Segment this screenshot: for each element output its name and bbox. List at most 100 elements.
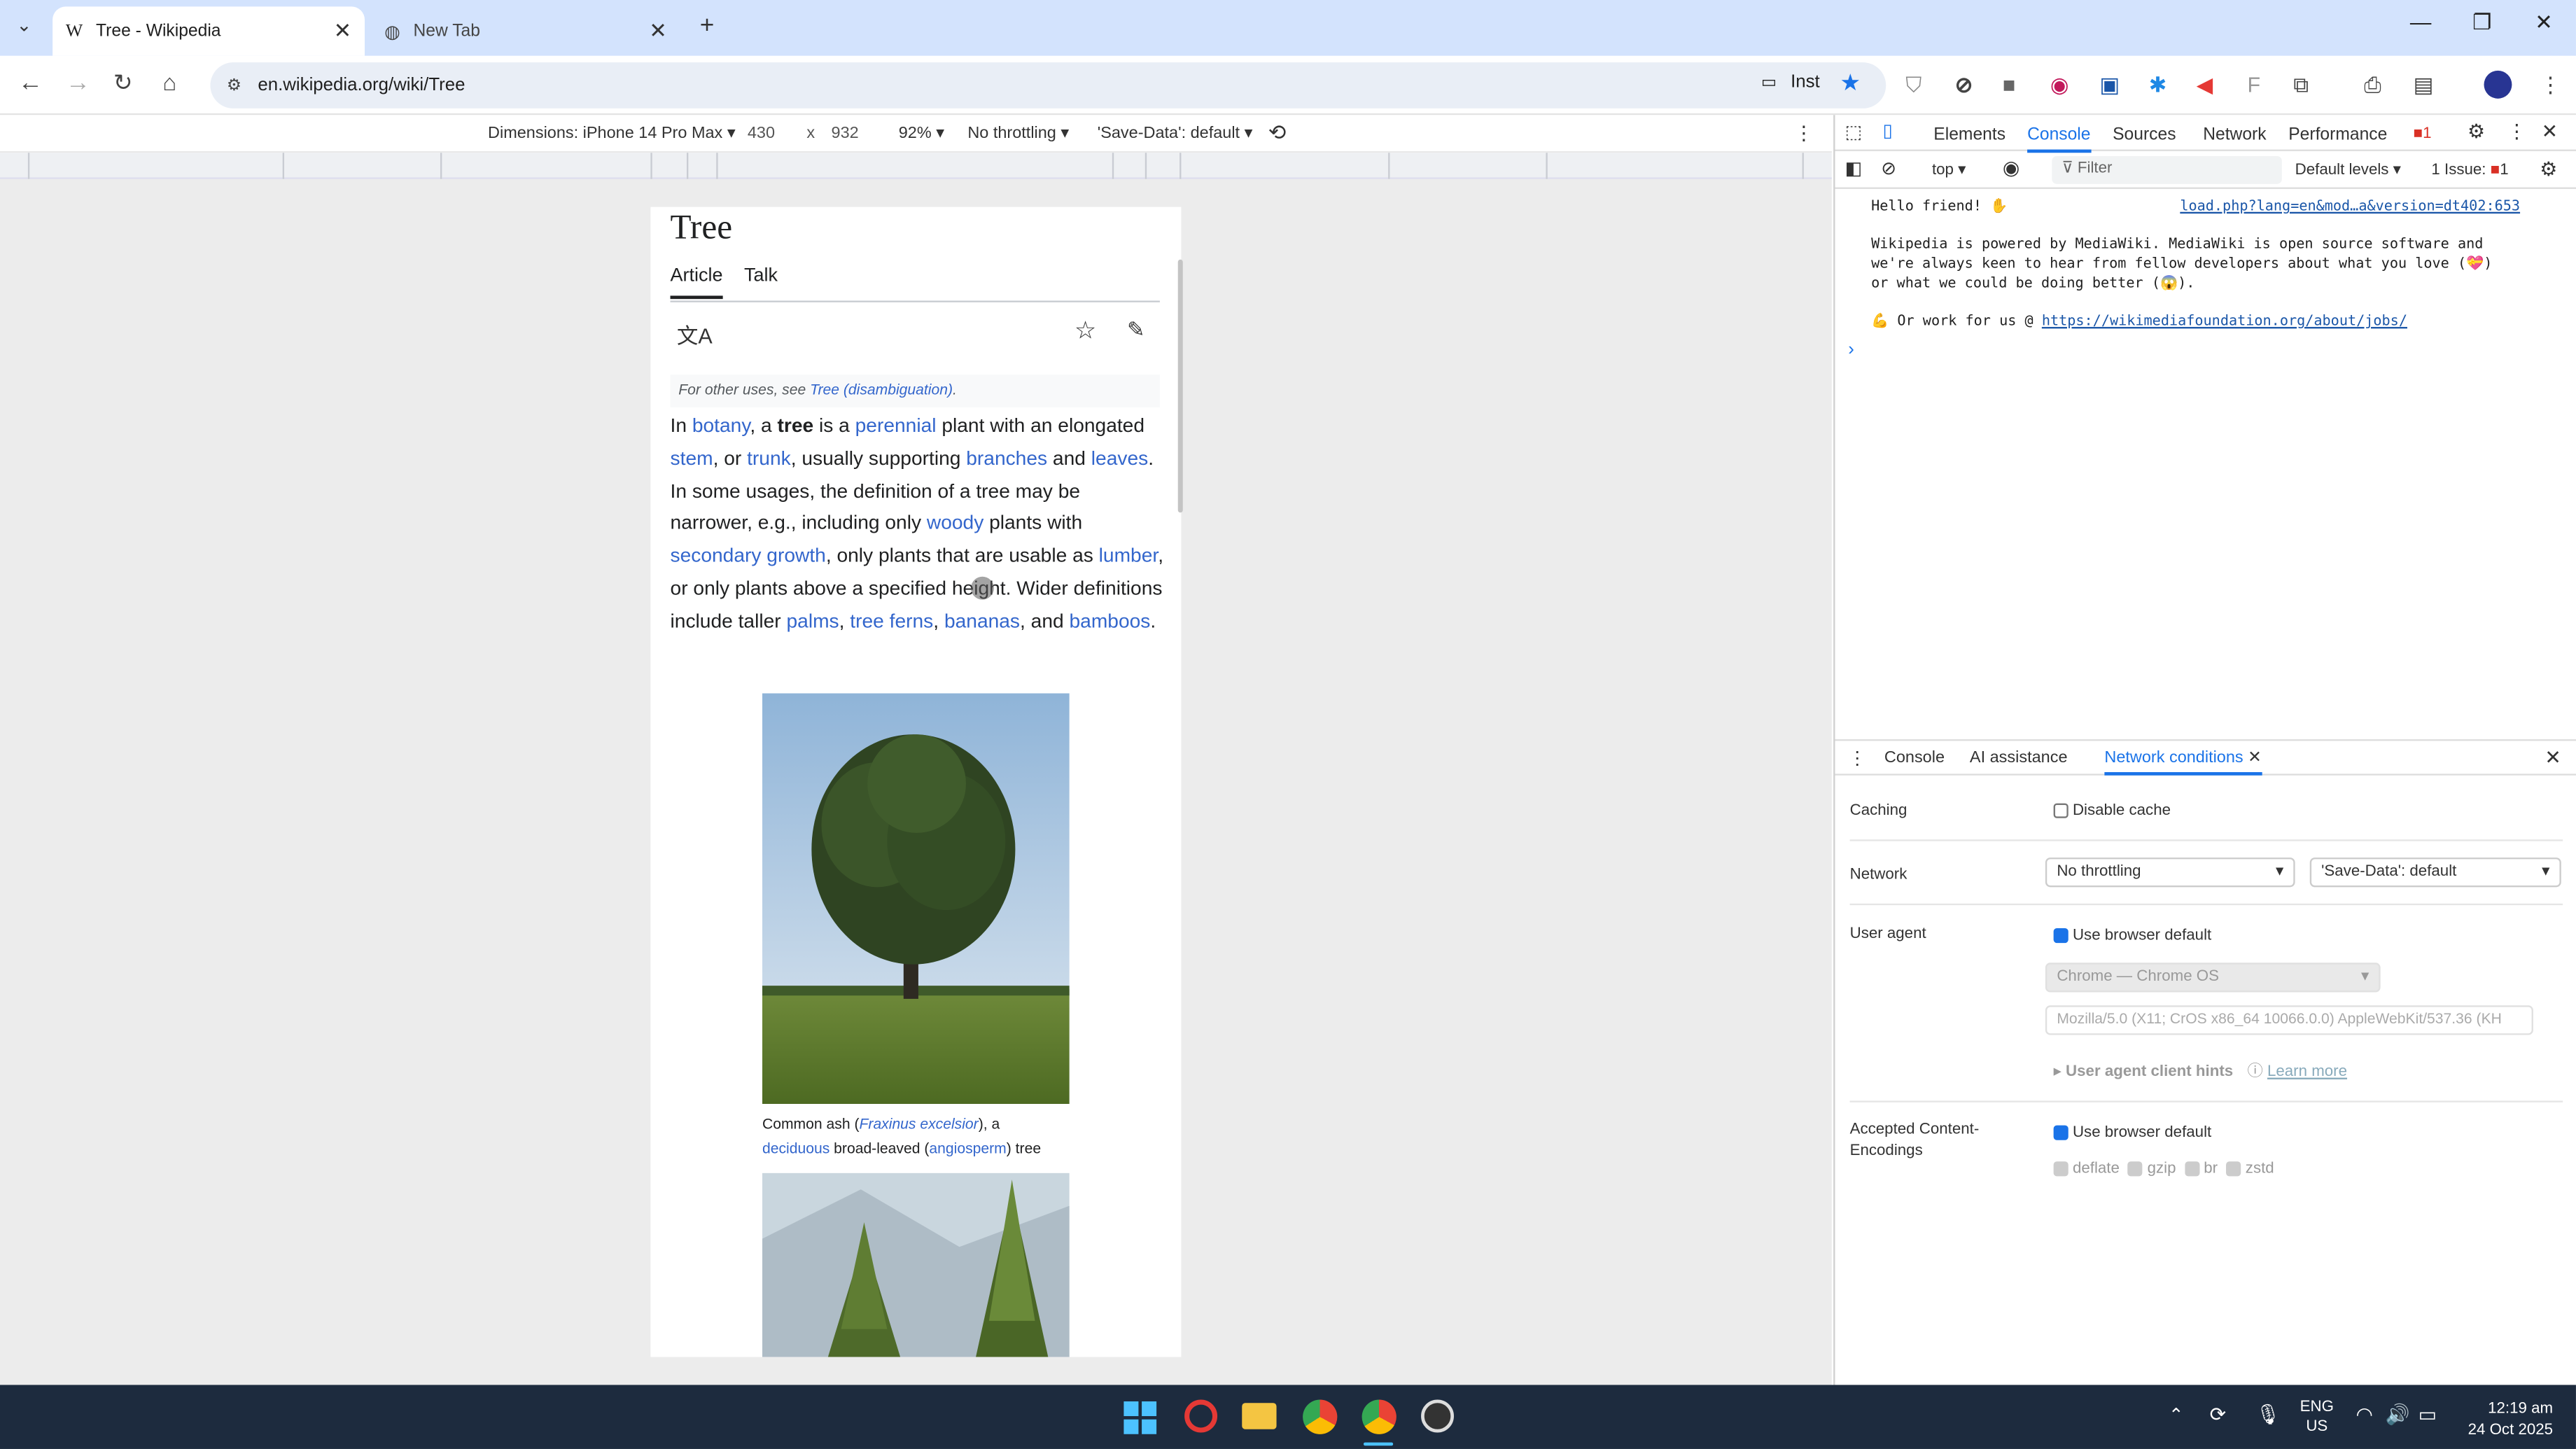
media-player-icon[interactable] — [1421, 1399, 1455, 1433]
ruler-divider[interactable] — [440, 153, 442, 179]
install-icon[interactable]: ▭ — [1761, 74, 1777, 92]
extension-megaphone-icon[interactable]: ◀ — [2197, 72, 2213, 99]
ua-string-input[interactable]: Mozilla/5.0 (X11; CrOS x86_64 10066.0.0)… — [2045, 1005, 2533, 1035]
link-deciduous[interactable]: deciduous — [762, 1140, 830, 1156]
ua-use-default-checkbox[interactable]: Use browser default — [2053, 927, 2211, 944]
link-bamboos[interactable]: bamboos — [1070, 609, 1151, 632]
console-prompt-icon[interactable]: › — [1848, 340, 1854, 360]
forward-icon[interactable]: → — [66, 69, 90, 97]
link-trunk[interactable]: trunk — [747, 447, 791, 470]
new-tab-button[interactable]: + — [700, 11, 715, 39]
page-scrollbar[interactable] — [1177, 259, 1183, 513]
volume-icon[interactable]: 🔊 — [2386, 1403, 2410, 1426]
close-tab-icon[interactable]: ✕ — [334, 18, 352, 45]
zoom-select[interactable]: 92% ▾ — [899, 125, 944, 143]
watch-star-icon[interactable]: ☆ — [1074, 316, 1097, 345]
drawer-tab-network-conditions[interactable]: Network conditions ✕ — [2104, 749, 2262, 776]
close-drawer-tab-icon[interactable]: ✕ — [2248, 749, 2262, 767]
sidebar-toggle-icon[interactable]: ◧ — [1845, 158, 1862, 179]
devtools-more-icon[interactable]: ⋮ — [2507, 120, 2526, 143]
console-source-link[interactable]: load.php?lang=en&mod…a&version=dt402:653 — [2180, 199, 2520, 218]
save-data-setting-select[interactable]: 'Save-Data': default ▾ — [2309, 858, 2561, 888]
encoding-deflate[interactable]: deflate — [2053, 1160, 2120, 1178]
ruler-divider[interactable] — [1144, 153, 1147, 179]
microphone-icon[interactable]: 🎙 — [2255, 1403, 2281, 1426]
language-icon[interactable]: 文A — [677, 318, 713, 350]
extension-block-icon[interactable]: ⊘ — [1955, 72, 1973, 99]
ruler-divider[interactable] — [650, 153, 652, 179]
home-icon[interactable]: ⌂ — [162, 69, 176, 96]
console-filter-input[interactable]: ⊽ Filter — [2052, 155, 2282, 184]
tray-overflow-icon[interactable]: ⌃ — [2169, 1405, 2184, 1426]
edit-lock-icon[interactable]: ✎ — [1127, 317, 1145, 344]
throttling-select[interactable]: No throttling ▾ — [967, 125, 1069, 143]
link-leaves[interactable]: leaves — [1091, 447, 1148, 470]
ruler-divider[interactable] — [282, 153, 285, 179]
context-select[interactable]: top ▾ — [1932, 161, 1966, 179]
site-info-icon[interactable]: ⚙ — [227, 76, 241, 94]
larch-tree-image[interactable] — [762, 1172, 1070, 1357]
profile-avatar[interactable] — [2484, 70, 2512, 99]
start-windows-icon[interactable] — [1124, 1401, 1157, 1434]
back-icon[interactable]: ← — [18, 69, 43, 97]
checkbox-checked[interactable] — [2053, 927, 2068, 944]
ruler-divider[interactable] — [1112, 153, 1114, 179]
ruler-divider[interactable] — [1802, 153, 1804, 179]
print-icon[interactable]: ⎙ — [2364, 72, 2381, 99]
extensions-puzzle-icon[interactable]: ⧉ — [2293, 72, 2309, 99]
devtools-tab-network[interactable]: Network — [2203, 125, 2266, 144]
sync-icon[interactable]: ⟳ — [2210, 1403, 2227, 1426]
close-window-icon[interactable]: ✕ — [2535, 10, 2553, 36]
ruler-divider[interactable] — [1388, 153, 1390, 179]
encodings-use-default-checkbox[interactable]: Use browser default — [2053, 1124, 2211, 1142]
extension-circle-icon[interactable]: ◉ — [2050, 72, 2069, 99]
disable-cache-checkbox[interactable]: Disable cache — [2053, 802, 2171, 820]
ua-client-hints[interactable]: ▸ User agent client hints ⓘ Learn more — [2054, 1058, 2347, 1081]
settings-gear-icon[interactable]: ⚙ — [2468, 120, 2485, 143]
link-fraxinus[interactable]: Fraxinus excelsior — [860, 1116, 979, 1132]
ruler-divider[interactable] — [716, 153, 718, 179]
ua-preset-select[interactable]: Chrome — Chrome OS ▾ — [2045, 962, 2381, 993]
link-woody[interactable]: woody — [927, 512, 983, 535]
devtools-tab-console[interactable]: Console — [2027, 125, 2091, 153]
minimize-icon[interactable]: — — [2410, 10, 2432, 34]
extension-f-icon[interactable]: F — [2248, 72, 2261, 97]
devtools-tab-sources[interactable]: Sources — [2113, 125, 2176, 144]
link-tree-ferns[interactable]: tree ferns — [850, 609, 933, 632]
console-jobs-link[interactable]: https://wikimediafoundation.org/about/jo… — [2042, 314, 2407, 330]
tab-talk[interactable]: Talk — [744, 266, 778, 286]
ruler-divider[interactable] — [1546, 153, 1548, 179]
checkbox[interactable] — [2053, 803, 2068, 818]
link-perennial[interactable]: perennial — [855, 414, 937, 437]
link-branches[interactable]: branches — [966, 447, 1047, 470]
issues-button[interactable]: 1 Issue: ■1 — [2431, 161, 2508, 179]
install-label[interactable]: Inst — [1791, 72, 1820, 92]
device-select[interactable]: Dimensions: iPhone 14 Pro Max ▾ — [488, 125, 736, 143]
wifi-icon[interactable]: ◠ — [2356, 1403, 2373, 1426]
side-panel-icon[interactable]: ▤ — [2414, 72, 2434, 99]
link-secondary-growth[interactable]: secondary growth — [671, 544, 826, 567]
encoding-br[interactable]: br — [2184, 1160, 2218, 1178]
tab-search-icon[interactable]: ⌄ — [16, 15, 31, 36]
tab-wikipedia[interactable]: W Tree - Wikipedia ✕ — [52, 6, 365, 56]
address-bar[interactable]: ⚙ en.wikipedia.org/wiki/Tree ▭ Inst ★ — [210, 62, 1886, 108]
learn-more-link[interactable]: Learn more — [2267, 1063, 2347, 1081]
link-palms[interactable]: palms — [787, 609, 839, 632]
chrome-icon[interactable] — [1303, 1399, 1338, 1434]
extension-swirl-icon[interactable]: ✱ — [2149, 72, 2167, 99]
device-toggle-icon[interactable]: ▯ — [1883, 120, 1893, 141]
app-icon-red[interactable] — [1184, 1399, 1218, 1433]
checkbox-checked[interactable] — [2053, 1125, 2068, 1140]
clear-console-icon[interactable]: ⊘ — [1881, 158, 1896, 179]
error-badge[interactable]: ■1 — [2414, 125, 2432, 143]
devtools-close-icon[interactable]: ✕ — [2542, 120, 2558, 143]
drawer-tab-console[interactable]: Console — [1884, 749, 1945, 767]
hatnote-link[interactable]: Tree (disambiguation) — [810, 381, 953, 397]
language-indicator[interactable]: ENG US — [2300, 1398, 2334, 1437]
device-more-icon[interactable]: ⋮ — [1794, 122, 1814, 145]
chrome-menu-icon[interactable]: ⋮ — [2540, 72, 2561, 99]
drawer-close-icon[interactable]: ✕ — [2544, 746, 2561, 769]
link-angiosperm[interactable]: angiosperm — [929, 1140, 1006, 1156]
battery-icon[interactable]: ▭ — [2418, 1403, 2437, 1426]
live-expression-eye-icon[interactable]: ◉ — [2003, 156, 2020, 179]
